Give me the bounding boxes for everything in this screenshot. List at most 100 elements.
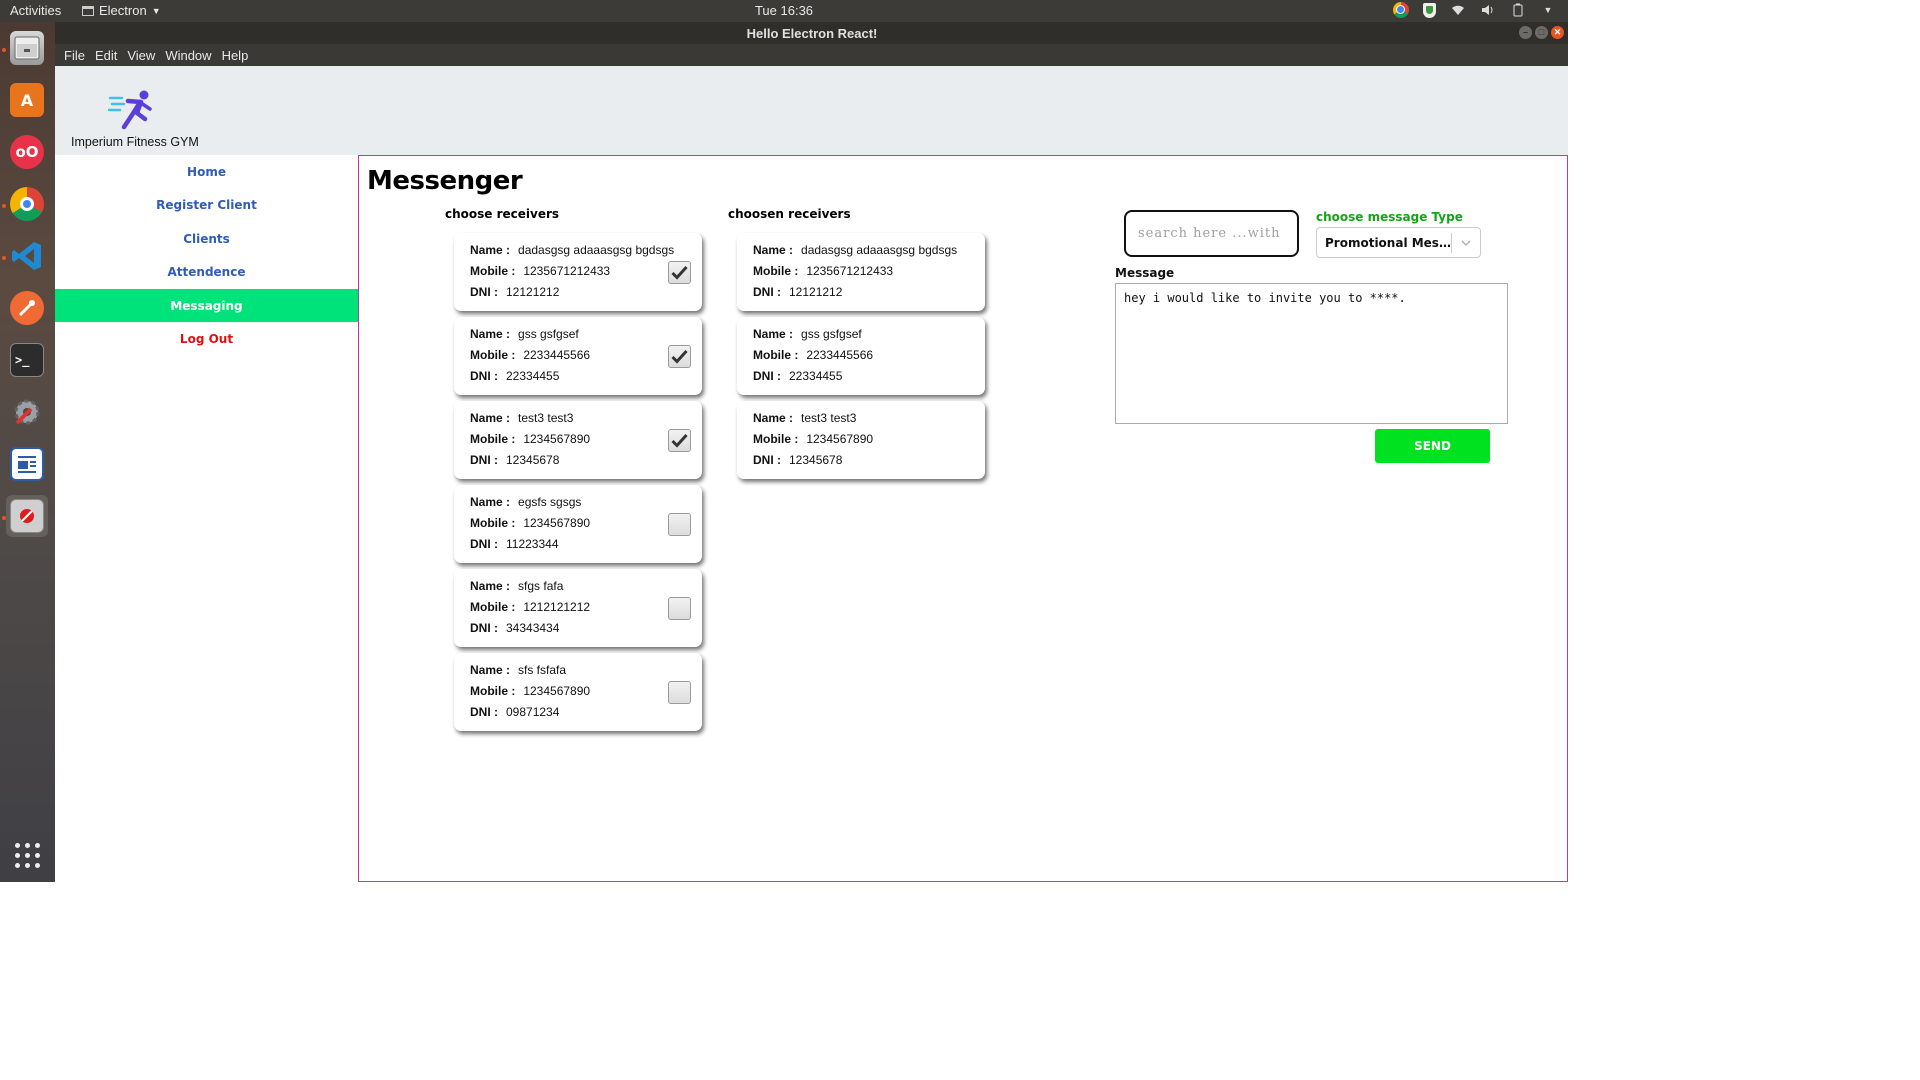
dock-vscode[interactable]: [6, 235, 48, 277]
shield-icon[interactable]: [1423, 2, 1436, 18]
dni-row-value: 12121212: [789, 285, 843, 299]
runner-logo-icon: [108, 90, 152, 130]
dni-row-value: 11223344: [506, 537, 559, 551]
maximize-button[interactable]: □: [1535, 26, 1548, 39]
mobile-row-value: 1234567890: [523, 684, 591, 698]
receiver-checkbox[interactable]: [668, 513, 691, 536]
name-row: Name : gss gsfgsef: [470, 327, 579, 341]
dni-row: DNI : 11223344: [470, 537, 559, 551]
terminal-icon: >_: [10, 343, 44, 377]
app-menu[interactable]: Electron ▼: [82, 3, 161, 18]
chrome-tray-icon[interactable]: [1393, 2, 1409, 18]
chrome-icon: [10, 187, 44, 221]
show-applications-button[interactable]: [6, 834, 48, 876]
name-row: Name : dadasgsg adaaasgsg bgdsgs: [753, 243, 957, 257]
power-menu-icon[interactable]: ▼: [1540, 2, 1556, 18]
messenger-panel: Messenger choose receivers choosen recei…: [358, 155, 1568, 882]
app-menubar: File Edit View Window Help: [55, 44, 1568, 66]
dock-chrome[interactable]: [6, 183, 48, 225]
checkmark-icon: [671, 265, 688, 280]
dni-row-value: 09871234: [506, 705, 560, 719]
dock-postman[interactable]: [6, 287, 48, 329]
mobile-row-label: Mobile :: [470, 516, 516, 530]
name-row-value: egsfs sgsgs: [518, 495, 582, 509]
send-button[interactable]: SEND: [1375, 429, 1490, 463]
receiver-card: Name : gss gsfgsef Mobile : 2233445566 DNI :…: [454, 317, 702, 395]
mobile-row-label: Mobile :: [470, 684, 516, 698]
dni-row: DNI : 34343434: [470, 621, 559, 635]
name-row: Name : sfs fsfafa: [470, 663, 566, 677]
name-row-value: dadasgsg adaaasgsg bgdsgs: [801, 243, 958, 257]
menu-view[interactable]: View: [122, 48, 160, 63]
mobile-row: Mobile : 1235671212433: [753, 264, 893, 278]
message-type-label: choose message Type: [1316, 210, 1463, 224]
chevron-down-icon: [1452, 240, 1480, 246]
mobile-row-value: 1235671212433: [523, 264, 611, 278]
name-row-label: Name :: [753, 243, 794, 257]
system-top-bar: Activities Electron ▼ Tue 16:36 ▼: [0, 0, 1568, 22]
receiver-card: Name : egsfs sgsgs Mobile : 1234567890 DNI :…: [454, 485, 702, 563]
receiver-checkbox[interactable]: [668, 261, 691, 284]
receiver-checkbox[interactable]: [668, 345, 691, 368]
name-row: Name : egsfs sgsgs: [470, 495, 581, 509]
menu-help[interactable]: Help: [217, 48, 254, 63]
name-row-label: Name :: [470, 327, 511, 341]
volume-icon[interactable]: [1480, 2, 1496, 18]
running-indicator: [2, 516, 6, 520]
mobile-row-label: Mobile :: [753, 348, 799, 362]
receiver-card: Name : dadasgsg adaaasgsg bgdsgs Mobile : 1…: [454, 233, 702, 311]
dni-row: DNI : 12121212: [470, 285, 559, 299]
dni-row-label: DNI :: [470, 705, 498, 719]
dock-terminal[interactable]: >_: [6, 339, 48, 381]
mobile-row: Mobile : 1235671212433: [470, 264, 610, 278]
nav-attendance[interactable]: Attendence: [55, 255, 358, 288]
battery-icon[interactable]: [1510, 2, 1526, 18]
menu-file[interactable]: File: [59, 48, 90, 63]
message-type-select[interactable]: Promotional Message: [1316, 227, 1481, 258]
mobile-row-label: Mobile :: [753, 432, 799, 446]
receiver-checkbox[interactable]: [668, 681, 691, 704]
dock-electron-app[interactable]: [6, 495, 48, 537]
message-textarea[interactable]: hey i would like to invite you to ****.: [1115, 283, 1508, 424]
receiver-card: Name : sfgs fafa Mobile : 1212121212 DNI : 34…: [454, 569, 702, 647]
close-button[interactable]: ✕: [1551, 26, 1564, 39]
clock[interactable]: Tue 16:36: [755, 3, 813, 18]
wifi-icon[interactable]: [1450, 2, 1466, 18]
dni-row: DNI : 22334455: [753, 369, 842, 383]
app-window-icon: [10, 499, 44, 533]
running-indicator: [2, 256, 6, 260]
brand-header: Imperium Fitness GYM: [55, 66, 1568, 155]
chosen-receivers-title: choosen receivers: [728, 207, 851, 221]
dock-software-center[interactable]: A: [6, 79, 48, 121]
dni-row: DNI : 12121212: [753, 285, 842, 299]
nav-logout[interactable]: Log Out: [55, 322, 358, 355]
minimize-button[interactable]: –: [1519, 26, 1532, 39]
receiver-checkbox[interactable]: [668, 597, 691, 620]
activities-button[interactable]: Activities: [10, 3, 61, 18]
mobile-row: Mobile : 1212121212: [470, 600, 590, 614]
dock-settings[interactable]: [6, 391, 48, 433]
search-input[interactable]: [1124, 210, 1299, 257]
menu-edit[interactable]: Edit: [90, 48, 122, 63]
name-row-label: Name :: [470, 579, 511, 593]
dni-row-label: DNI :: [470, 453, 498, 467]
app-grid-icon: [14, 842, 40, 868]
page-title: Messenger: [367, 166, 523, 196]
nav-register-client[interactable]: Register Client: [55, 188, 358, 221]
nav-clients[interactable]: Clients: [55, 222, 358, 255]
receiver-checkbox[interactable]: [668, 429, 691, 452]
mobile-row: Mobile : 2233445566: [470, 348, 590, 362]
menu-window[interactable]: Window: [160, 48, 216, 63]
nav-messaging[interactable]: Messaging: [55, 289, 358, 322]
dni-row: DNI : 22334455: [470, 369, 559, 383]
document-icon: [10, 447, 44, 481]
dock-files[interactable]: [6, 27, 48, 69]
nav-home[interactable]: Home: [55, 155, 358, 188]
running-indicator: [2, 48, 6, 52]
dock-oo-app[interactable]: oO: [6, 131, 48, 173]
name-row-value: gss gsfgsef: [518, 327, 579, 341]
dock-writer[interactable]: [6, 443, 48, 485]
app-menu-label: Electron: [99, 3, 147, 18]
mobile-row-label: Mobile :: [470, 432, 516, 446]
window-title: Hello Electron React!: [746, 26, 878, 41]
